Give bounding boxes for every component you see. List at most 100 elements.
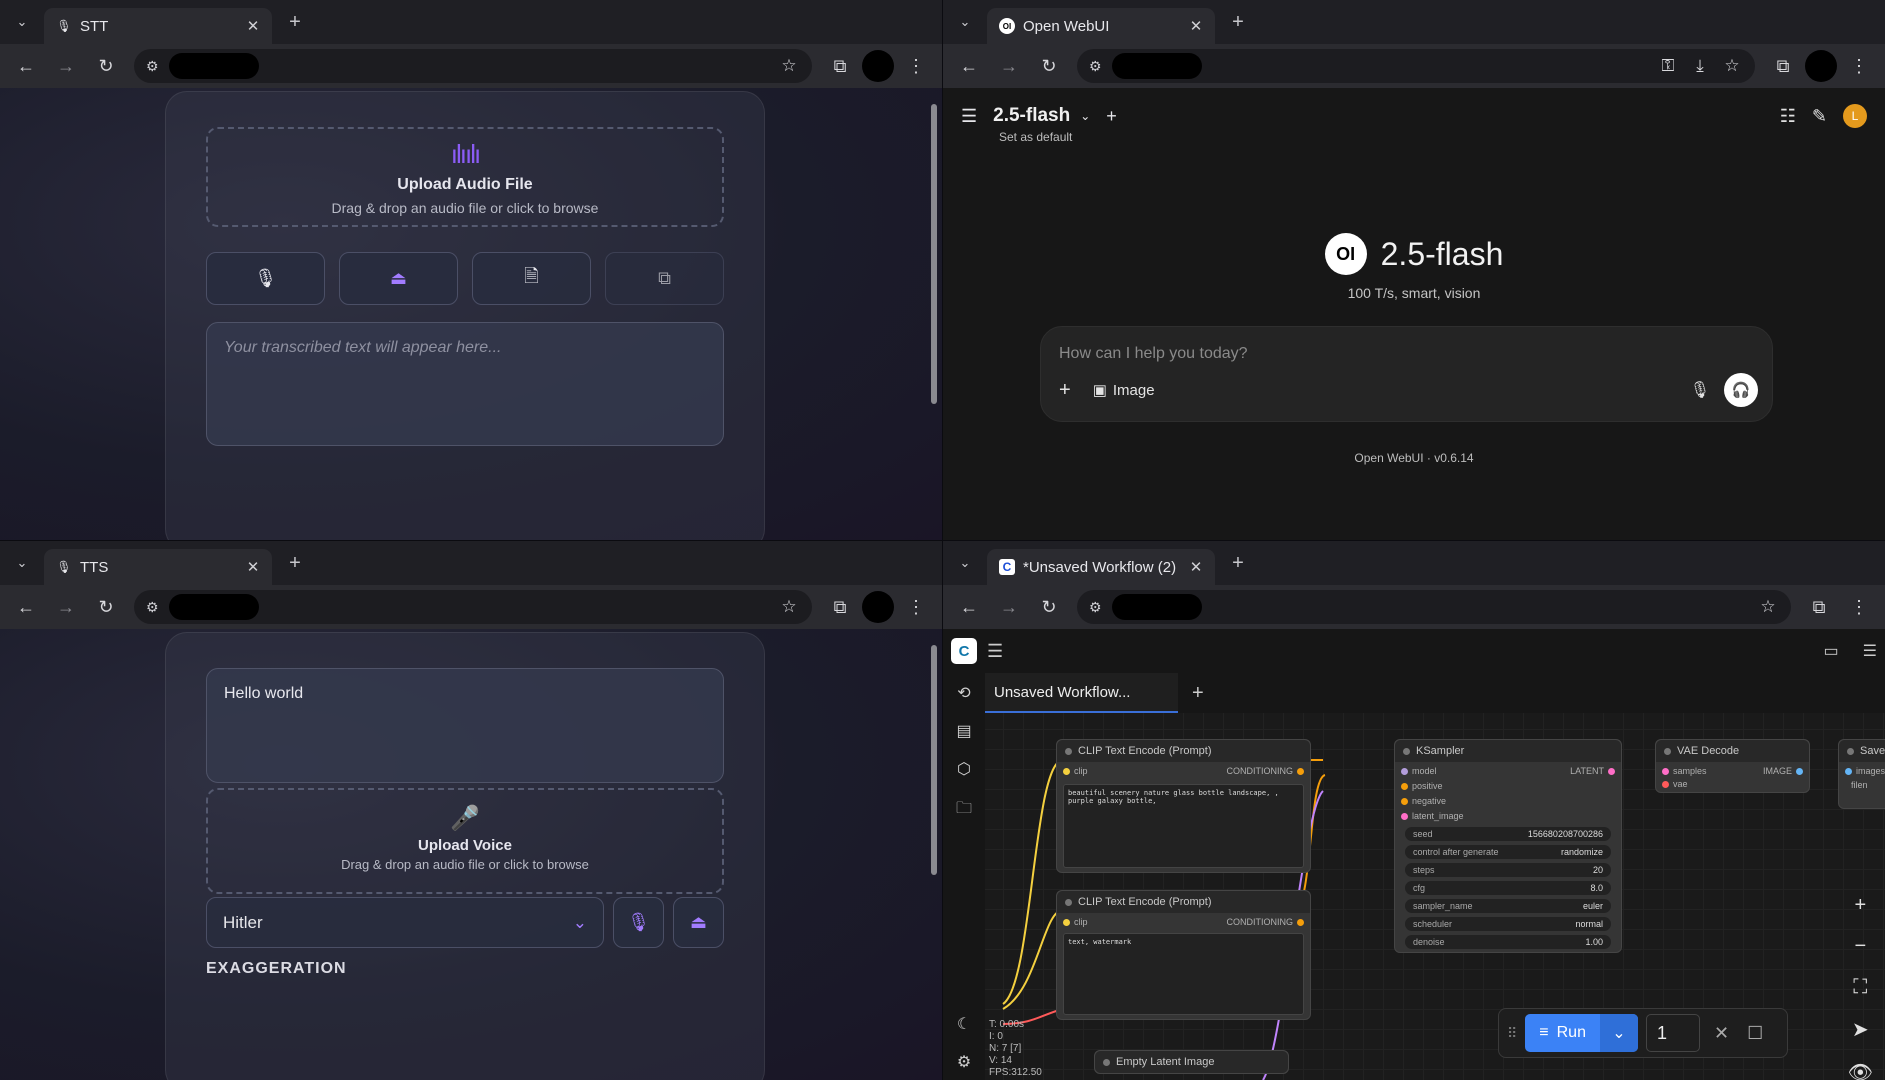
set-as-default-link[interactable]: Set as default [999,130,1072,144]
node-clip-text-encode-negative[interactable]: CLIP Text Encode (Prompt) clip CONDITION… [1056,890,1311,1020]
back-icon[interactable]: ← [951,48,987,84]
scrollbar[interactable] [928,90,940,538]
transcription-output[interactable]: Your transcribed text will appear here..… [206,322,724,446]
widget-denoise[interactable]: denoise 1.00 [1405,935,1611,949]
record-voice-button[interactable]: 🎙 [613,897,664,948]
dictate-mic-icon[interactable]: 🎙 [1690,380,1710,400]
upload-audio-dropzone[interactable]: ılıılı Upload Audio File Drag & drop an … [206,127,724,227]
address-bar[interactable]: ⚙ ☆ [1077,590,1791,624]
extensions-icon[interactable]: ⧉ [1765,48,1801,84]
browser-tab-tts[interactable]: 🎙 TTS ✕ [44,549,272,585]
close-tab-icon[interactable]: ✕ [244,558,262,576]
zoom-in-icon[interactable]: + [1854,894,1866,917]
pointer-mode-icon[interactable]: ➤ [1852,1017,1869,1042]
back-icon[interactable]: ← [951,589,987,625]
close-tab-icon[interactable]: ✕ [1187,558,1205,576]
new-tab-icon[interactable]: + [278,552,312,575]
forward-icon[interactable]: → [991,48,1027,84]
site-info-icon[interactable]: ⚙ [1089,58,1102,75]
upload-button[interactable]: ⏏ [339,252,458,305]
reload-icon[interactable]: ↻ [88,589,124,625]
new-tab-icon[interactable]: + [278,11,312,34]
install-app-icon[interactable]: ⤓ [1689,56,1711,76]
bookmark-star-icon[interactable]: ☆ [778,597,800,617]
upload-voice-button[interactable]: ⏏ [673,897,724,948]
controls-icon[interactable]: ☷ [1780,106,1796,127]
back-icon[interactable]: ← [8,48,44,84]
site-info-icon[interactable]: ⚙ [146,599,159,616]
copy-button[interactable]: ⧉ [605,252,724,305]
chevron-down-icon[interactable]: ⌄ [1080,109,1090,123]
close-tab-icon[interactable]: ✕ [244,17,262,35]
menu-kebab-icon[interactable]: ⋮ [1841,48,1877,84]
profile-avatar[interactable] [862,591,894,623]
new-tab-icon[interactable]: + [1221,11,1255,34]
run-options-chevron-icon[interactable]: ⌄ [1599,1014,1638,1052]
widget-seed[interactable]: seed 156680208700286 [1405,827,1611,841]
attach-plus-icon[interactable]: + [1059,379,1071,402]
extensions-icon[interactable]: ⧉ [822,589,858,625]
widget-scheduler[interactable]: scheduler normal [1405,917,1611,931]
new-chat-icon[interactable]: ✎ [1812,106,1827,127]
reload-icon[interactable]: ↻ [88,48,124,84]
extensions-icon[interactable]: ⧉ [822,48,858,84]
tab-search-icon[interactable]: ⌄ [943,0,987,44]
record-mic-button[interactable]: 🎙 [206,252,325,305]
forward-icon[interactable]: → [48,589,84,625]
model-selector[interactable]: 2.5-flash [993,105,1070,127]
reload-icon[interactable]: ↻ [1031,48,1067,84]
widget-control-after-generate[interactable]: control after generate randomize [1405,845,1611,859]
scrollbar[interactable] [928,631,940,1078]
upload-voice-dropzone[interactable]: 🎤 Upload Voice Drag & drop an audio file… [206,788,724,894]
new-tab-icon[interactable]: + [1221,552,1255,575]
node-vae-decode[interactable]: VAE Decode samples vae IMAGE [1655,739,1810,793]
address-bar[interactable]: ⚙ ☆ [134,49,812,83]
cancel-icon[interactable]: ✕ [1714,1023,1729,1044]
tab-search-icon[interactable]: ⌄ [0,0,44,44]
menu-kebab-icon[interactable]: ⋮ [1841,589,1877,625]
profile-avatar[interactable] [862,50,894,82]
node-save-image[interactable]: Save images filen [1838,739,1885,809]
profile-avatar[interactable] [1805,50,1837,82]
widget-steps[interactable]: steps 20 [1405,863,1611,877]
extensions-icon[interactable]: ⧉ [1801,589,1837,625]
node-clip-text-encode-positive[interactable]: CLIP Text Encode (Prompt) clip CONDITION… [1056,739,1311,873]
bookmark-star-icon[interactable]: ☆ [1757,597,1779,617]
site-info-icon[interactable]: ⚙ [146,58,159,75]
toggle-visibility-eye-icon[interactable]: 👁 [1848,1060,1873,1080]
reload-icon[interactable]: ↻ [1031,589,1067,625]
close-tab-icon[interactable]: ✕ [1187,17,1205,35]
widget-cfg[interactable]: cfg 8.0 [1405,881,1611,895]
user-avatar[interactable]: L [1843,104,1867,128]
menu-kebab-icon[interactable]: ⋮ [898,589,934,625]
forward-icon[interactable]: → [991,589,1027,625]
voice-select[interactable]: Hitler ⌄ [206,897,604,948]
run-button[interactable]: ≡ Run ⌄ [1525,1014,1638,1052]
batch-count-stepper[interactable]: 1 [1645,1014,1700,1052]
back-icon[interactable]: ← [8,589,44,625]
transcribe-button[interactable]: 🗎 [472,252,591,305]
browser-tab-comfyui[interactable]: C *Unsaved Workflow (2) ✕ [987,549,1215,585]
prompt-textarea[interactable]: beautiful scenery nature glass bottle la… [1063,784,1304,868]
chat-input[interactable]: How can I help you today? [1059,345,1248,363]
tts-text-input[interactable]: Hello world [206,668,724,783]
sidebar-toggle-icon[interactable]: ☰ [961,106,977,127]
prompt-textarea[interactable]: text, watermark [1063,933,1304,1015]
site-info-icon[interactable]: ⚙ [1089,599,1102,616]
address-bar[interactable]: ⚙ ⚿ ⤓ ☆ [1077,49,1755,83]
password-key-icon[interactable]: ⚿ [1657,56,1679,76]
menu-kebab-icon[interactable]: ⋮ [898,48,934,84]
widget-sampler-name[interactable]: sampler_name euler [1405,899,1611,913]
forward-icon[interactable]: → [48,48,84,84]
stop-square-icon[interactable]: ☐ [1747,1023,1763,1044]
zoom-out-icon[interactable]: − [1854,935,1866,958]
voice-mode-headphones-icon[interactable]: 🎧 [1724,373,1758,407]
address-bar[interactable]: ⚙ ☆ [134,590,812,624]
browser-tab-openwebui[interactable]: OI Open WebUI ✕ [987,8,1215,44]
fit-view-icon[interactable]: ⛶ [1853,976,1867,999]
tab-search-icon[interactable]: ⌄ [943,541,987,585]
image-button[interactable]: ▣ Image [1093,381,1155,400]
bookmark-star-icon[interactable]: ☆ [1721,56,1743,76]
add-model-icon[interactable]: + [1106,106,1117,127]
tab-search-icon[interactable]: ⌄ [0,541,44,585]
